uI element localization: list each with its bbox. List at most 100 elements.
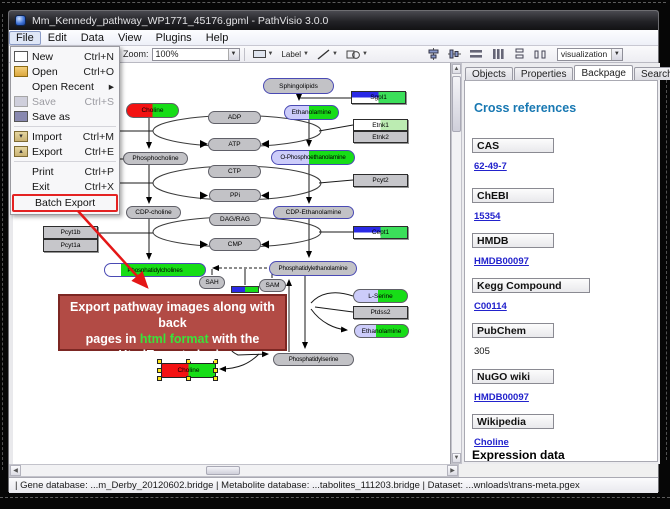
node-adp[interactable]: ADP (208, 111, 261, 124)
label-tool-button[interactable]: Label▼ (278, 47, 312, 61)
menu-item-new[interactable]: New Ctrl+N (11, 49, 119, 64)
selection-handle[interactable] (157, 376, 162, 381)
export-icon: ▴ (14, 146, 28, 157)
node-sam[interactable]: SAM (259, 279, 286, 292)
menu-file[interactable]: File (9, 31, 41, 45)
menu-edit[interactable]: Edit (41, 31, 74, 45)
node-dag[interactable]: DAG/RAG (209, 213, 261, 226)
menu-separator (14, 126, 116, 127)
annotation-callout: Export pathway images along with back pa… (58, 294, 287, 351)
gene-tool-button[interactable]: ▼ (250, 47, 277, 61)
menu-separator (14, 161, 116, 162)
node-cmp[interactable]: CMP (209, 238, 261, 251)
scroll-up-button[interactable]: ▲ (452, 64, 461, 74)
gene-node-icon (253, 50, 266, 58)
genebox-etnk1[interactable]: Etnk1 (353, 119, 408, 131)
tab-backpage[interactable]: Backpage (574, 65, 632, 80)
cas-link[interactable]: 62-49-7 (474, 161, 507, 172)
menu-item-open-recent[interactable]: Open Recent ▸ (11, 79, 119, 94)
submenu-arrow-icon: ▸ (109, 81, 114, 93)
selection-handle[interactable] (213, 376, 218, 381)
distribute-horizontal-button[interactable] (466, 47, 486, 61)
tab-objects[interactable]: Objects (465, 67, 513, 80)
menu-view[interactable]: View (111, 31, 149, 45)
node-ctp[interactable]: CTP (208, 165, 261, 178)
scroll-right-button[interactable]: ▶ (447, 465, 458, 476)
menu-item-exit[interactable]: Exit Ctrl+X (11, 179, 119, 194)
align-center-x-button[interactable] (424, 47, 443, 61)
menu-item-import[interactable]: ▾ Import Ctrl+M (11, 129, 119, 144)
selection-handle[interactable] (213, 368, 218, 373)
desktop: Mm_Kennedy_pathway_WP1771_45176.gpml - P… (0, 0, 670, 509)
title-bar[interactable]: Mm_Kennedy_pathway_WP1771_45176.gpml - P… (9, 11, 658, 30)
menu-item-save[interactable]: Save Ctrl+S (11, 94, 119, 109)
stack-vertical-button[interactable] (510, 47, 529, 61)
stack-vertical-icon (513, 48, 526, 60)
tab-properties[interactable]: Properties (514, 67, 574, 80)
node-phosphatidylserine[interactable]: Phosphatidylserine (273, 353, 354, 366)
genebox-etnk2[interactable]: Etnk2 (353, 131, 408, 143)
selection-handle[interactable] (157, 368, 162, 373)
genebox-sgpl1[interactable]: Sgpl1 (351, 91, 406, 104)
node-ppi[interactable]: PPi (209, 189, 261, 202)
menu-item-open[interactable]: Open Ctrl+O (11, 64, 119, 79)
stack-horizontal-button[interactable] (531, 47, 550, 61)
genebox-cept1[interactable]: Cept1 (353, 226, 408, 239)
save-icon (14, 96, 28, 107)
marquee-dash-left (2, 14, 3, 470)
canvas-horizontal-scrollbar[interactable]: ◀ ▶ (9, 464, 459, 477)
menu-item-save-as[interactable]: Save as (11, 109, 119, 124)
menu-plugins[interactable]: Plugins (149, 31, 199, 45)
status-bar: | Gene database: ...m_Derby_20120602.bri… (9, 477, 658, 493)
genebox-pcyt1a[interactable]: Pcyt1a (43, 239, 98, 252)
zoom-combobox[interactable]: 100% ▼ (152, 48, 240, 61)
distribute-vertical-button[interactable] (488, 47, 508, 61)
node-sphingolipids[interactable]: Sphingolipids (263, 78, 334, 94)
hmdb-link[interactable]: HMDB00097 (474, 256, 529, 267)
node-cdp-ethanolamine[interactable]: CDP-Ethanolamine (273, 206, 354, 219)
marquee-dash-right (666, 80, 667, 460)
genebox-pcyt1b[interactable]: Pcyt1b (43, 226, 98, 239)
node-sah[interactable]: SAH (199, 276, 225, 289)
chebi-link[interactable]: 15354 (474, 211, 500, 222)
chevron-down-icon[interactable]: ▼ (228, 49, 239, 60)
scrollbar-thumb[interactable] (206, 466, 240, 475)
canvas-vertical-scrollbar[interactable]: ▲ ▼ (451, 63, 462, 464)
menu-item-print[interactable]: Print Ctrl+P (11, 164, 119, 179)
align-center-y-button[interactable] (445, 47, 464, 61)
genebox-pcyt2[interactable]: Pcyt2 (353, 174, 408, 187)
open-folder-icon (14, 66, 28, 77)
wikipedia-link[interactable]: Choline (474, 437, 509, 448)
menu-help[interactable]: Help (199, 31, 236, 45)
menu-item-batch-export[interactable]: Batch Export (14, 196, 116, 210)
line-tool-button[interactable]: ▼ (314, 47, 341, 61)
nugo-link[interactable]: HMDB00097 (474, 392, 529, 403)
node-phosphatidylcholines[interactable]: Phosphatidylcholines (104, 263, 206, 277)
node-l-serine[interactable]: L-Serine (353, 289, 408, 303)
hidden-genebox[interactable] (231, 286, 259, 293)
node-cdp-choline[interactable]: CDP-choline (126, 206, 181, 219)
status-text: | Gene database: ...m_Derby_20120602.bri… (15, 480, 580, 491)
save-as-icon (14, 111, 28, 122)
node-phosphatidylethanolamine[interactable]: Phosphatidylethanolamine (269, 261, 357, 276)
menu-item-export[interactable]: ▴ Export Ctrl+E (11, 144, 119, 159)
node-choline-top[interactable]: Choline (126, 103, 179, 118)
shape-tool-button[interactable]: ▼ (343, 47, 371, 61)
tab-search[interactable]: Search (634, 67, 670, 80)
node-o-phosphoethanolamine[interactable]: O-Phosphoethanolamine (271, 150, 355, 165)
chevron-down-icon[interactable]: ▼ (611, 49, 622, 60)
scroll-left-button[interactable]: ◀ (10, 465, 21, 476)
kegg-link[interactable]: C00114 (474, 301, 507, 312)
node-phosphocholine[interactable]: Phosphocholine (123, 152, 188, 165)
menu-data[interactable]: Data (74, 31, 111, 45)
scroll-down-button[interactable]: ▼ (452, 453, 461, 463)
genebox-ptdss2[interactable]: Ptdss2 (353, 306, 408, 319)
node-ethanolamine-top[interactable]: Ethanolamine (284, 105, 339, 120)
section-header-hmdb: HMDB (472, 233, 554, 248)
visualization-combobox[interactable]: visualization ▼ (557, 48, 623, 61)
selection-handle[interactable] (186, 376, 191, 381)
node-ethanolamine-bottom[interactable]: Ethanolamine (354, 324, 409, 338)
node-atp[interactable]: ATP (208, 138, 261, 151)
batch-export-highlight-box: Batch Export (12, 194, 118, 212)
scrollbar-thumb[interactable] (452, 76, 461, 132)
